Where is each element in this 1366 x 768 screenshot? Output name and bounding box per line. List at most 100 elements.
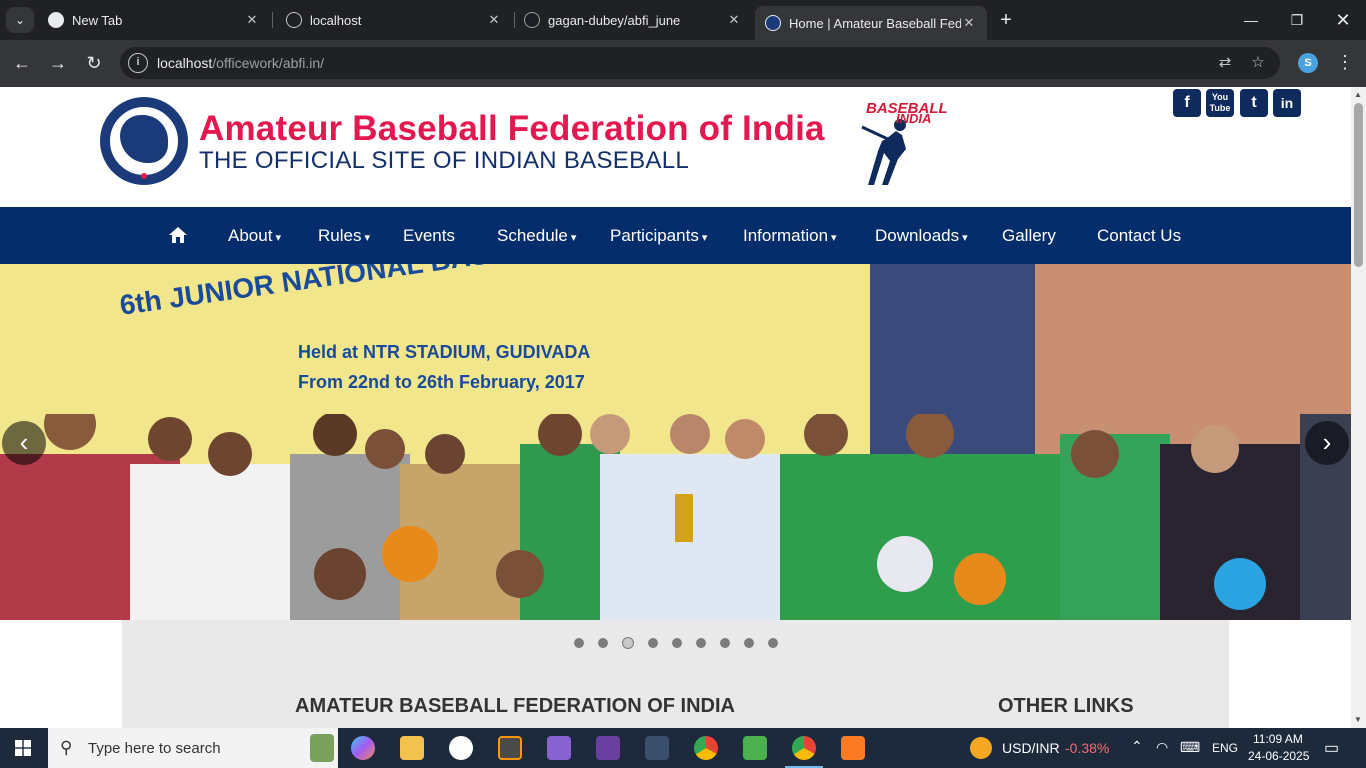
plus-icon: + <box>1000 9 1012 31</box>
close-icon[interactable]: ✕ <box>244 12 260 28</box>
chevron-up-icon[interactable]: ⌃ <box>1131 738 1143 755</box>
youtube-icon[interactable]: You Tube <box>1206 89 1234 117</box>
sublime-text-icon[interactable] <box>498 736 522 760</box>
minimize-icon: — <box>1244 12 1258 28</box>
close-icon[interactable]: ✕ <box>961 15 977 31</box>
caret-down-icon: ▾ <box>701 232 708 244</box>
notifications-icon[interactable]: ▭ <box>1324 738 1339 758</box>
tab-title: New Tab <box>72 12 123 28</box>
carousel-dot[interactable] <box>744 638 754 648</box>
carousel-dot[interactable] <box>574 638 584 648</box>
ticker-symbol[interactable]: USD/INR <box>1002 740 1060 756</box>
nav-gallery[interactable]: Gallery <box>1002 207 1056 264</box>
keyboard-icon[interactable]: ⌨ <box>1180 739 1200 756</box>
more-menu-icon[interactable]: ⋮ <box>1336 52 1354 72</box>
ticker-change[interactable]: -0.38% <box>1065 740 1109 756</box>
nav-about[interactable]: About ▾ <box>228 207 281 264</box>
carousel-dot[interactable] <box>720 638 730 648</box>
web-page: Amateur Baseball Federation of India THE… <box>0 87 1351 728</box>
federation-seal-logo[interactable] <box>100 97 188 185</box>
github-icon <box>524 12 540 28</box>
tools-icon[interactable] <box>645 736 669 760</box>
site-title[interactable]: Amateur Baseball Federation of India <box>199 109 825 149</box>
baseball-india-logo: BASEBALL INDIA <box>861 100 948 185</box>
stock-ticker-icon[interactable] <box>970 737 992 759</box>
carousel-dot[interactable] <box>768 638 778 648</box>
clock-time[interactable]: 11:09 AM <box>1253 732 1303 746</box>
tab-localhost[interactable]: localhost ✕ <box>276 6 512 34</box>
translate-icon[interactable]: ⇄ <box>1215 53 1235 73</box>
carousel-dot[interactable] <box>622 637 634 649</box>
carousel-next-button[interactable]: › <box>1305 421 1349 465</box>
clock-date[interactable]: 24-06-2025 <box>1248 749 1309 763</box>
scroll-up-icon[interactable]: ▲ <box>1354 90 1362 99</box>
content-section: AMATEUR BASEBALL FEDERATION OF INDIA OTH… <box>122 620 1229 728</box>
carousel-dot[interactable] <box>696 638 706 648</box>
wifi-icon[interactable]: ◠ <box>1156 739 1168 756</box>
home-icon[interactable] <box>168 225 188 245</box>
reload-button[interactable]: ↻ <box>80 50 108 76</box>
seal-dot <box>141 173 147 179</box>
back-button[interactable]: ← <box>8 50 36 76</box>
maximize-button[interactable]: ❐ <box>1274 0 1320 40</box>
site-header: Amateur Baseball Federation of India THE… <box>0 87 1351 207</box>
carousel-dot[interactable] <box>648 638 658 648</box>
chrome-icon[interactable] <box>694 736 718 760</box>
twitter-icon[interactable]: t <box>1240 89 1268 117</box>
copilot-icon[interactable] <box>351 736 375 760</box>
windows-start-icon[interactable] <box>15 740 31 756</box>
url-text[interactable]: localhost/officework/abfi.in/ <box>157 55 324 71</box>
forward-button[interactable]: → <box>44 50 72 76</box>
site-tagline: THE OFFICIAL SITE OF INDIAN BASEBALL <box>199 147 690 174</box>
new-tab-button[interactable]: + <box>994 8 1018 32</box>
nav-events[interactable]: Events <box>403 207 455 264</box>
scrollbar-thumb[interactable] <box>1354 103 1363 267</box>
facebook-icon[interactable]: f <box>1173 89 1201 117</box>
nav-rules[interactable]: Rules ▾ <box>318 207 370 264</box>
other-links-title: OTHER LINKS <box>998 695 1134 717</box>
nav-downloads[interactable]: Downloads ▾ <box>875 207 968 264</box>
scroll-down-icon[interactable]: ▼ <box>1354 715 1362 724</box>
minimize-button[interactable]: — <box>1228 0 1274 40</box>
hero-carousel: 6th JUNIOR NATIONAL BASEBALL CHAMPIONSHI… <box>0 264 1351 620</box>
search-placeholder: Type here to search <box>88 740 221 757</box>
taskbar-search-box[interactable]: ⚲ Type here to search <box>48 728 338 768</box>
tab-separator <box>272 12 273 28</box>
nav-participants[interactable]: Participants ▾ <box>610 207 707 264</box>
chart-app-icon[interactable] <box>743 736 767 760</box>
banner-dates: From 22nd to 26th February, 2017 <box>298 372 585 392</box>
nav-information[interactable]: Information ▾ <box>743 207 837 264</box>
site-info-icon[interactable]: i <box>128 53 148 73</box>
file-explorer-icon[interactable] <box>400 736 424 760</box>
tab-new-tab[interactable]: New Tab ✕ <box>38 6 270 34</box>
chrome-profile-icon[interactable] <box>792 736 816 760</box>
nav-contact-us[interactable]: Contact Us <box>1097 207 1181 264</box>
about-section-title: AMATEUR BASEBALL FEDERATION OF INDIA <box>295 695 735 717</box>
banner-venue: Held at NTR STADIUM, GUDIVADA <box>298 342 591 362</box>
bookmark-star-icon[interactable]: ☆ <box>1248 53 1268 73</box>
close-icon[interactable]: ✕ <box>726 12 742 28</box>
carousel-prev-button[interactable]: ‹ <box>2 421 46 465</box>
close-window-button[interactable]: ✕ <box>1320 0 1366 40</box>
xampp-icon[interactable] <box>841 736 865 760</box>
page-scrollbar[interactable]: ▲ ▼ <box>1351 87 1366 728</box>
carousel-dot[interactable] <box>672 638 682 648</box>
svg-text:INDIA: INDIA <box>896 111 931 126</box>
visual-studio-icon[interactable] <box>547 736 571 760</box>
photo-players-group <box>0 414 1351 620</box>
address-bar[interactable]: i localhost/officework/abfi.in/ ⇄ ☆ <box>120 47 1280 79</box>
chevron-right-icon: › <box>1322 427 1332 457</box>
visual-studio-2-icon[interactable] <box>596 736 620 760</box>
caret-down-icon: ▾ <box>364 232 370 244</box>
tab-github[interactable]: gagan-dubey/abfi_june ✕ <box>514 6 752 34</box>
tab-search-button[interactable]: ⌄ <box>6 7 34 33</box>
nav-schedule[interactable]: Schedule ▾ <box>497 207 576 264</box>
slack-icon[interactable] <box>449 736 473 760</box>
language-indicator[interactable]: ENG <box>1212 741 1238 755</box>
carousel-dot[interactable] <box>598 638 608 648</box>
tab-home-abfi[interactable]: Home | Amateur Baseball Feder ✕ <box>755 6 987 40</box>
tab-title: gagan-dubey/abfi_june <box>548 12 681 28</box>
close-icon[interactable]: ✕ <box>486 12 502 28</box>
extension-icon[interactable]: S <box>1298 53 1318 73</box>
linkedin-icon[interactable]: in <box>1273 89 1301 117</box>
